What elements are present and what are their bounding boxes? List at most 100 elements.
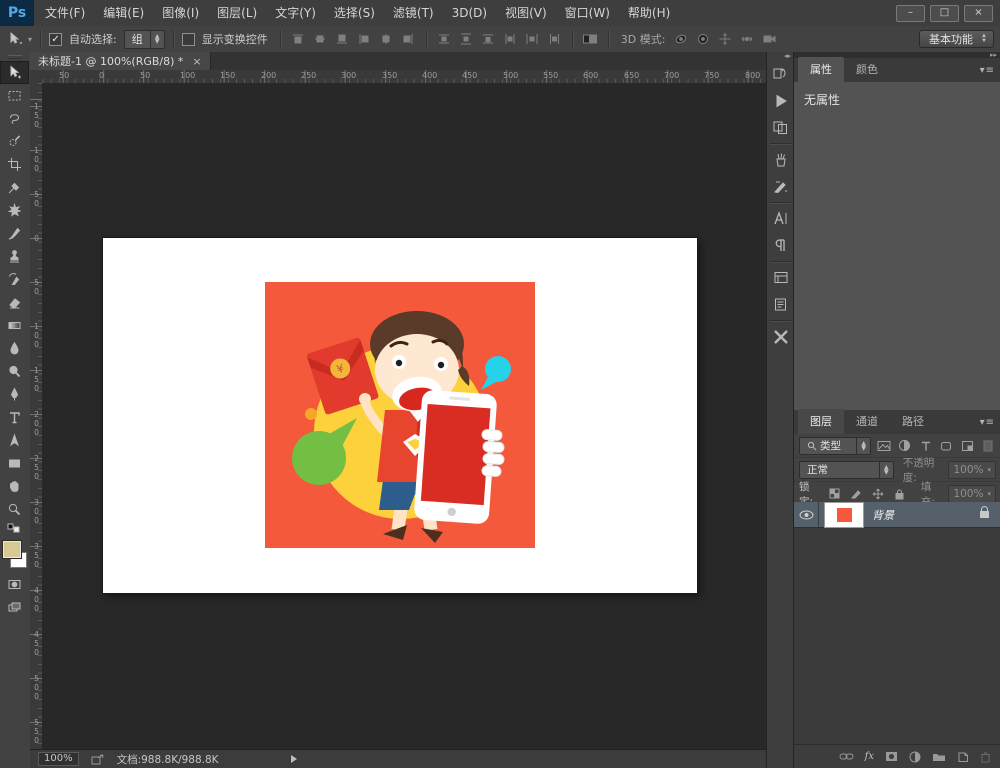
align-right-edges-icon[interactable] bbox=[399, 31, 418, 47]
minimize-button[interactable]: – bbox=[896, 5, 925, 22]
3d-roll-icon[interactable] bbox=[694, 31, 713, 47]
pen-tool[interactable] bbox=[0, 383, 29, 406]
hand-tool[interactable] bbox=[0, 475, 29, 498]
crop-tool[interactable] bbox=[0, 153, 29, 176]
layer-thumbnail[interactable] bbox=[825, 503, 863, 527]
new-group-icon[interactable] bbox=[932, 751, 946, 762]
menu-layer[interactable]: 图层(L) bbox=[208, 0, 266, 26]
auto-select-checkbox[interactable]: ✓ bbox=[49, 33, 62, 46]
maximize-button[interactable]: □ bbox=[930, 5, 959, 22]
distribute-horizontal-centers-icon[interactable] bbox=[523, 31, 542, 47]
clone-source-panel-icon[interactable] bbox=[767, 114, 794, 141]
tab-color[interactable]: 颜色 bbox=[844, 57, 890, 82]
rectangular-marquee-tool[interactable] bbox=[0, 84, 29, 107]
layer-name[interactable]: 背景 bbox=[872, 507, 980, 523]
filter-toggle-icon[interactable] bbox=[980, 438, 996, 454]
workspace-switcher-button[interactable]: 基本功能 ▲▼ bbox=[919, 30, 994, 48]
filter-pixel-layers-icon[interactable] bbox=[876, 438, 892, 454]
menu-view[interactable]: 视图(V) bbox=[496, 0, 556, 26]
link-layers-icon[interactable] bbox=[839, 752, 854, 761]
quick-mask-mode-button[interactable] bbox=[0, 573, 29, 596]
history-panel-icon[interactable] bbox=[767, 60, 794, 87]
layer-row-background[interactable]: 背景 bbox=[794, 502, 1000, 528]
document-tab[interactable]: 未标题-1 @ 100%(RGB/8) * × bbox=[30, 52, 211, 70]
menu-select[interactable]: 选择(S) bbox=[325, 0, 384, 26]
auto-align-layers-icon[interactable] bbox=[581, 31, 600, 47]
lasso-tool[interactable] bbox=[0, 107, 29, 130]
show-transform-checkbox[interactable]: ✓ bbox=[182, 33, 195, 46]
gradient-tool[interactable] bbox=[0, 314, 29, 337]
align-horizontal-centers-icon[interactable] bbox=[377, 31, 396, 47]
add-layer-mask-icon[interactable] bbox=[885, 751, 898, 762]
3d-scale-icon[interactable] bbox=[760, 31, 779, 47]
layer-visibility-toggle[interactable] bbox=[794, 502, 819, 527]
delete-layer-icon[interactable] bbox=[980, 751, 991, 763]
eyedropper-tool[interactable] bbox=[0, 176, 29, 199]
move-tool[interactable] bbox=[0, 61, 29, 84]
new-adjustment-layer-icon[interactable] bbox=[909, 751, 921, 763]
preset-dropdown-arrow[interactable]: ▾ bbox=[28, 35, 32, 44]
toolbar-grip[interactable] bbox=[0, 52, 30, 61]
menu-help[interactable]: 帮助(H) bbox=[619, 0, 679, 26]
menu-filter[interactable]: 滤镜(T) bbox=[384, 0, 443, 26]
actions-panel-icon[interactable] bbox=[767, 87, 794, 114]
fill-field[interactable]: 100% ▾ bbox=[948, 485, 996, 503]
tab-properties[interactable]: 属性 bbox=[798, 57, 844, 82]
quick-selection-tool[interactable] bbox=[0, 130, 29, 153]
clone-stamp-tool[interactable] bbox=[0, 245, 29, 268]
filter-smart-objects-icon[interactable] bbox=[959, 438, 975, 454]
tab-layers[interactable]: 图层 bbox=[798, 409, 844, 434]
lock-pixels-icon[interactable] bbox=[848, 486, 865, 502]
move-tool-preset-icon[interactable] bbox=[6, 31, 25, 47]
distribute-vertical-centers-icon[interactable] bbox=[457, 31, 476, 47]
blur-tool[interactable] bbox=[0, 337, 29, 360]
expand-dock-icon[interactable]: ◂▸ bbox=[767, 52, 794, 60]
tab-paths[interactable]: 路径 bbox=[890, 409, 936, 434]
filter-type-select[interactable]: 类型 ▲▼ bbox=[799, 437, 871, 455]
brush-panel-icon[interactable] bbox=[767, 146, 794, 173]
character-panel-icon[interactable] bbox=[767, 205, 794, 232]
close-button[interactable]: × bbox=[964, 5, 993, 22]
distribute-left-edges-icon[interactable] bbox=[501, 31, 520, 47]
foreground-color-swatch[interactable] bbox=[3, 541, 21, 558]
3d-rotate-icon[interactable] bbox=[672, 31, 691, 47]
pasteboard[interactable]: ¥ bbox=[42, 83, 766, 750]
distribute-top-edges-icon[interactable] bbox=[435, 31, 454, 47]
3d-drag-icon[interactable] bbox=[716, 31, 735, 47]
blend-mode-select[interactable]: 正常 ▲▼ bbox=[799, 461, 894, 479]
menu-3d[interactable]: 3D(D) bbox=[443, 0, 496, 26]
opacity-field[interactable]: 100% ▾ bbox=[948, 461, 996, 479]
menu-image[interactable]: 图像(I) bbox=[153, 0, 208, 26]
measure-tools-icon[interactable] bbox=[767, 323, 794, 350]
filter-adjustment-layers-icon[interactable] bbox=[897, 438, 913, 454]
path-selection-tool[interactable] bbox=[0, 429, 29, 452]
panel-menu-icon[interactable]: ▾≡ bbox=[980, 417, 995, 428]
default-colors-icon[interactable] bbox=[0, 521, 29, 535]
align-left-edges-icon[interactable] bbox=[355, 31, 374, 47]
distribute-right-edges-icon[interactable] bbox=[545, 31, 564, 47]
distribute-bottom-edges-icon[interactable] bbox=[479, 31, 498, 47]
dodge-tool[interactable] bbox=[0, 360, 29, 383]
layer-comps-panel-icon[interactable] bbox=[767, 264, 794, 291]
brush-presets-panel-icon[interactable] bbox=[767, 173, 794, 200]
3d-slide-icon[interactable] bbox=[738, 31, 757, 47]
document-tab-close-icon[interactable]: × bbox=[192, 55, 201, 68]
eraser-tool[interactable] bbox=[0, 291, 29, 314]
history-brush-tool[interactable] bbox=[0, 268, 29, 291]
type-tool[interactable] bbox=[0, 406, 29, 429]
zoom-tool[interactable] bbox=[0, 498, 29, 521]
align-top-edges-icon[interactable] bbox=[289, 31, 308, 47]
notes-panel-icon[interactable] bbox=[767, 291, 794, 318]
menu-edit[interactable]: 编辑(E) bbox=[94, 0, 153, 26]
lock-transparency-icon[interactable] bbox=[827, 486, 844, 502]
menu-window[interactable]: 窗口(W) bbox=[556, 0, 619, 26]
brush-tool[interactable] bbox=[0, 222, 29, 245]
canvas[interactable]: ¥ bbox=[103, 238, 697, 593]
rectangle-shape-tool[interactable] bbox=[0, 452, 29, 475]
tab-channels[interactable]: 通道 bbox=[844, 409, 890, 434]
new-layer-icon[interactable] bbox=[957, 751, 969, 763]
menu-file[interactable]: 文件(F) bbox=[36, 0, 94, 26]
align-bottom-edges-icon[interactable] bbox=[333, 31, 352, 47]
zoom-level-field[interactable]: 100% bbox=[38, 752, 79, 766]
layer-style-icon[interactable]: fx bbox=[865, 751, 874, 762]
